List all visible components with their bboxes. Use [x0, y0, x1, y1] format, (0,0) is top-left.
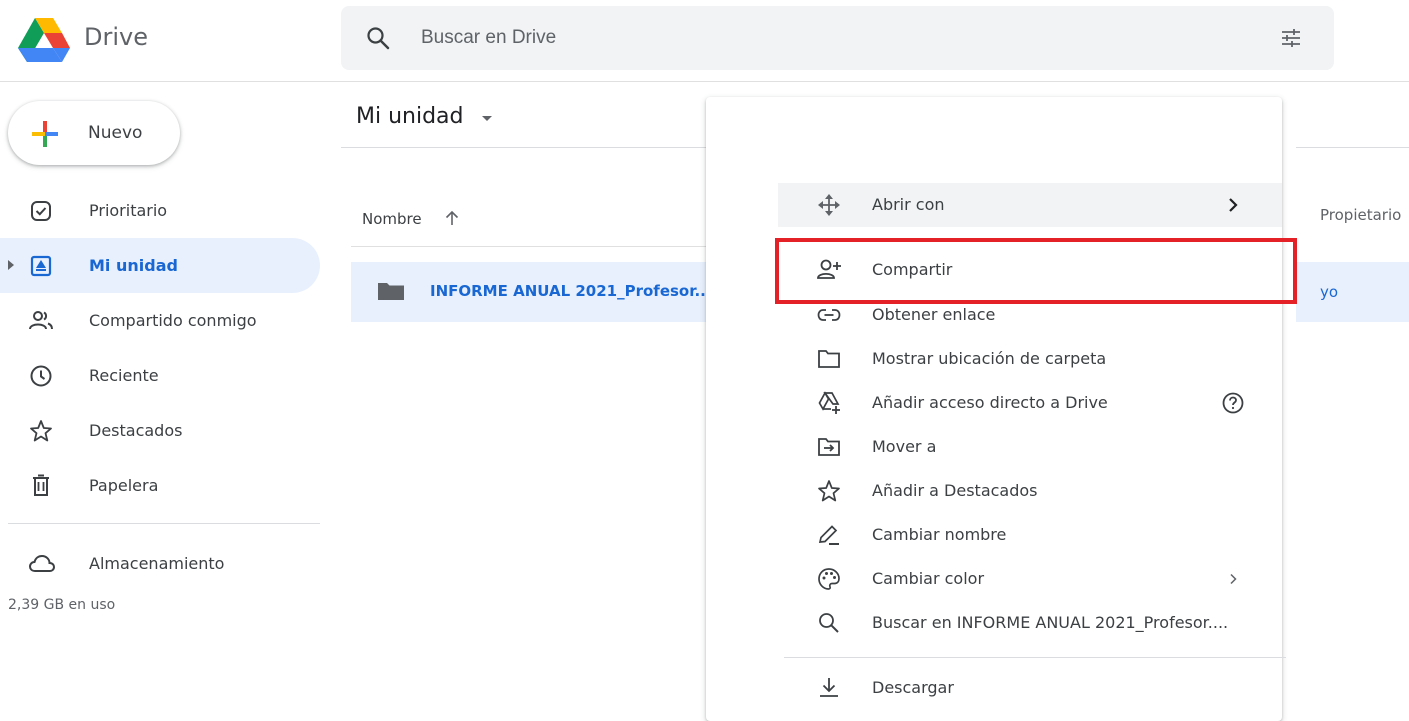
- highlight-box: [775, 238, 1297, 304]
- priority-icon: [28, 198, 54, 224]
- search-options-icon[interactable]: [1279, 26, 1303, 50]
- shared-icon: [28, 308, 54, 334]
- app-name: Drive: [84, 23, 148, 51]
- menu-item-destacados[interactable]: Añadir a Destacados: [778, 469, 1282, 513]
- drive-logo-icon[interactable]: [18, 18, 70, 62]
- help-icon[interactable]: [1222, 392, 1244, 414]
- new-button[interactable]: Nuevo: [8, 101, 180, 165]
- sidebar-nav: Prioritario Mi unidad Compartido conmigo: [0, 183, 320, 513]
- sidebar-item-mi-unidad[interactable]: Mi unidad: [0, 238, 320, 293]
- cloud-icon: [28, 552, 56, 576]
- storage-usage: 2,39 GB en uso: [8, 597, 116, 613]
- sidebar-item-prioritario[interactable]: Prioritario: [0, 183, 320, 238]
- page-title[interactable]: Mi unidad: [356, 104, 464, 129]
- title-dropdown-icon[interactable]: [482, 116, 492, 121]
- sort-up-arrow-icon[interactable]: [444, 208, 460, 228]
- chevron-right-icon: [1222, 194, 1244, 216]
- star-icon: [816, 478, 842, 504]
- sidebar-item-label: Compartido conmigo: [89, 311, 257, 330]
- storage-label[interactable]: Almacenamiento: [89, 554, 224, 573]
- move-arrows-icon: [816, 192, 842, 218]
- menu-item-buscar-en[interactable]: Buscar en INFORME ANUAL 2021_Profesor...…: [778, 601, 1282, 645]
- sidebar-item-destacados[interactable]: Destacados: [0, 403, 320, 458]
- sidebar-item-label: Prioritario: [89, 201, 168, 220]
- sidebar-divider: [8, 523, 320, 524]
- table-row-owner-cell[interactable]: yo: [1296, 262, 1409, 322]
- context-menu: Abrir con Compartir Obtener enlace Mostr…: [706, 97, 1286, 721]
- column-header-name[interactable]: Nombre: [362, 210, 422, 228]
- sidebar-item-label: Papelera: [89, 476, 159, 495]
- trash-icon: [28, 473, 54, 499]
- search-bar[interactable]: [341, 6, 1334, 70]
- sidebar-item-reciente[interactable]: Reciente: [0, 348, 320, 403]
- search-input[interactable]: [421, 24, 1241, 52]
- sidebar-item-label: Mi unidad: [89, 256, 178, 275]
- search-icon[interactable]: [365, 25, 391, 51]
- search-icon: [816, 610, 842, 636]
- menu-divider: [784, 657, 1286, 658]
- sidebar-item-label: Destacados: [89, 421, 183, 440]
- title-divider-right: [1296, 147, 1409, 148]
- plus-icon: [30, 119, 60, 149]
- drive-shortcut-icon: [816, 390, 842, 416]
- expand-caret-icon[interactable]: [8, 260, 14, 270]
- file-owner: yo: [1320, 283, 1339, 301]
- menu-item-cambiar-nombre[interactable]: Cambiar nombre: [778, 513, 1282, 557]
- column-header-owner[interactable]: Propietario: [1320, 206, 1401, 224]
- sidebar-item-papelera[interactable]: Papelera: [0, 458, 320, 513]
- file-name: INFORME ANUAL 2021_Profesor....: [430, 282, 718, 300]
- menu-item-mostrar-ubicacion[interactable]: Mostrar ubicación de carpeta: [778, 337, 1282, 381]
- menu-item-cambiar-color[interactable]: Cambiar color: [778, 557, 1282, 601]
- menu-item-acceso-directo[interactable]: Añadir acceso directo a Drive: [778, 381, 1282, 425]
- my-drive-icon: [28, 253, 54, 279]
- sidebar-item-compartido[interactable]: Compartido conmigo: [0, 293, 320, 348]
- folder-icon: [377, 280, 405, 302]
- header-divider: [0, 81, 1409, 82]
- menu-item-mover-a[interactable]: Mover a: [778, 425, 1282, 469]
- link-icon: [816, 302, 842, 328]
- sidebar-item-label: Reciente: [89, 366, 159, 385]
- move-folder-icon: [816, 434, 842, 460]
- star-icon: [28, 418, 54, 444]
- clock-icon: [28, 363, 54, 389]
- menu-item-abrir-con[interactable]: Abrir con: [778, 183, 1282, 227]
- new-button-label: Nuevo: [88, 123, 143, 143]
- download-icon: [816, 675, 842, 701]
- folder-outline-icon: [816, 346, 842, 372]
- menu-item-descargar[interactable]: Descargar: [778, 666, 1282, 710]
- chevron-right-icon: [1222, 568, 1244, 590]
- palette-icon: [816, 566, 842, 592]
- title-divider: [341, 147, 706, 148]
- pencil-icon: [816, 522, 842, 548]
